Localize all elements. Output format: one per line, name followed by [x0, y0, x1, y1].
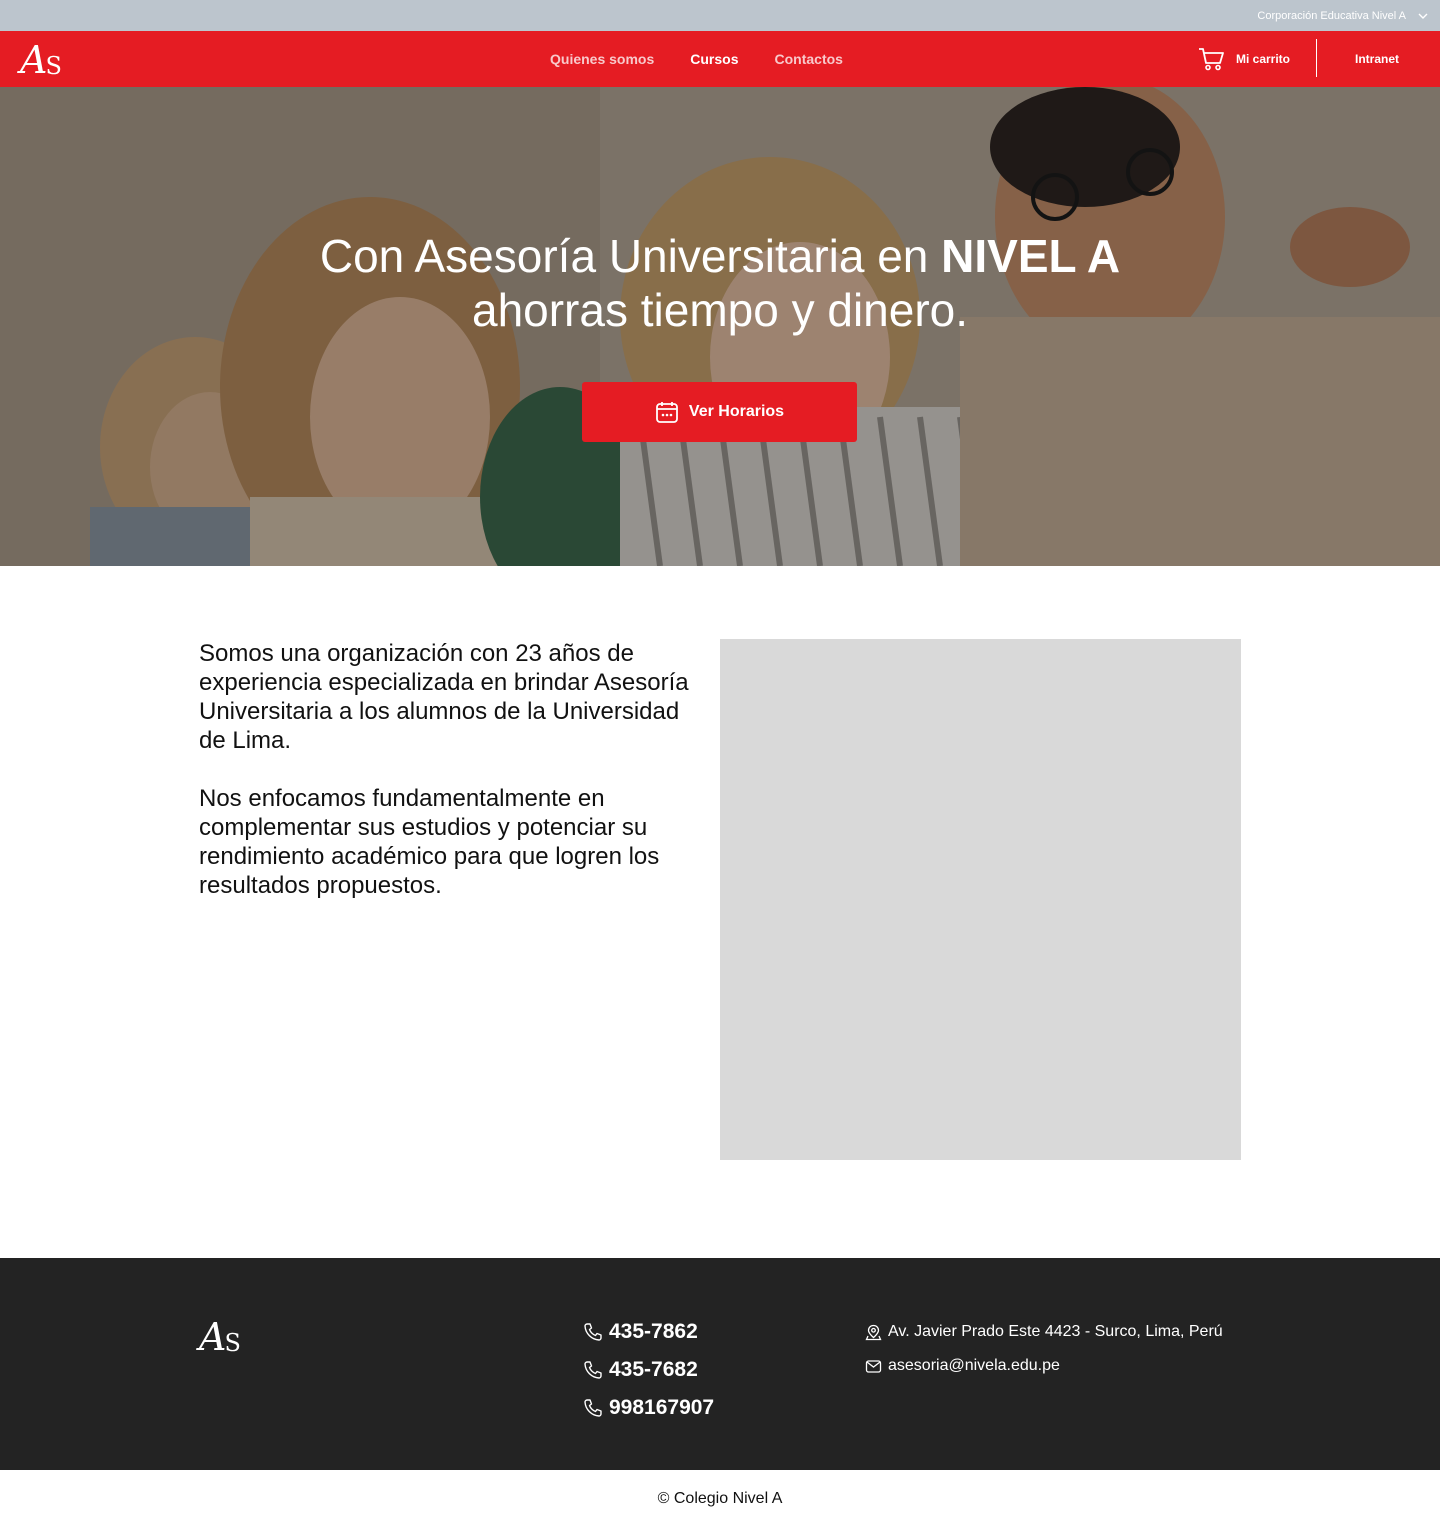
cart-icon	[1199, 48, 1224, 71]
footer-phones: 435-7862 435-7682 998167907	[583, 1313, 714, 1427]
ver-horarios-label: Ver Horarios	[688, 403, 785, 420]
hero-title: Con Asesoría Universitaria en NIVEL A ah…	[319, 230, 1121, 336]
mail-icon	[865, 1359, 882, 1373]
nav-link-contactos[interactable]: Contactos	[775, 51, 843, 67]
hero-section: Con Asesoría Universitaria en NIVEL A ah…	[0, 87, 1440, 566]
corporation-label: Corporación Educativa Nivel A	[1257, 9, 1406, 22]
cart-button[interactable]: Mi carrito	[1198, 31, 1290, 87]
footer-logo[interactable]: AS	[199, 1318, 241, 1356]
chevron-down-icon	[1418, 13, 1428, 19]
about-paragraph-2: Nos enfocamos fundamentalmente en comple…	[199, 785, 660, 899]
phone-icon	[584, 1323, 602, 1341]
phone-link[interactable]: 435-7862	[583, 1313, 714, 1351]
top-utility-bar: Corporación Educativa Nivel A	[0, 0, 1440, 31]
nav-link-quienes-somos[interactable]: Quienes somos	[550, 51, 654, 67]
main-navbar: AS Quienes somos Cursos Contactos Mi car…	[0, 31, 1440, 87]
phone-link[interactable]: 998167907	[583, 1389, 714, 1427]
phone-icon	[584, 1399, 602, 1417]
email-link[interactable]: asesoria@nivela.edu.pe	[865, 1349, 1223, 1383]
footer-contacts: Av. Javier Prado Este 4423 - Surco, Lima…	[865, 1315, 1223, 1383]
address: Av. Javier Prado Este 4423 - Surco, Lima…	[865, 1315, 1223, 1349]
calendar-icon	[656, 402, 678, 423]
nav-links: Quienes somos Cursos Contactos	[550, 31, 843, 87]
phone-number: 435-7682	[609, 1358, 698, 1381]
about-paragraph-1: Somos una organización con 23 años de ex…	[199, 640, 689, 754]
about-media-placeholder	[720, 639, 1241, 1160]
phone-number: 998167907	[609, 1396, 715, 1419]
brand-logo[interactable]: AS	[20, 41, 62, 79]
email-text: asesoria@nivela.edu.pe	[888, 1357, 1060, 1374]
footer: AS 435-7862 435-7682 998167907 Av. Javie…	[0, 1258, 1440, 1470]
nav-link-cursos[interactable]: Cursos	[690, 51, 738, 67]
copyright: © Colegio Nivel A	[657, 1490, 783, 1507]
ver-horarios-button[interactable]: Ver Horarios	[582, 382, 857, 442]
phone-number: 435-7862	[609, 1320, 698, 1343]
address-text: Av. Javier Prado Este 4423 - Surco, Lima…	[888, 1323, 1223, 1340]
corporation-selector[interactable]: Corporación Educativa Nivel A	[1257, 10, 1428, 22]
intranet-link[interactable]: Intranet	[1355, 31, 1399, 87]
cart-label: Mi carrito	[1236, 52, 1291, 66]
phone-link[interactable]: 435-7682	[583, 1351, 714, 1389]
phone-icon	[584, 1361, 602, 1379]
about-text: Somos una organización con 23 años de ex…	[199, 639, 699, 929]
nav-divider	[1316, 39, 1317, 77]
location-pin-icon	[865, 1324, 882, 1340]
